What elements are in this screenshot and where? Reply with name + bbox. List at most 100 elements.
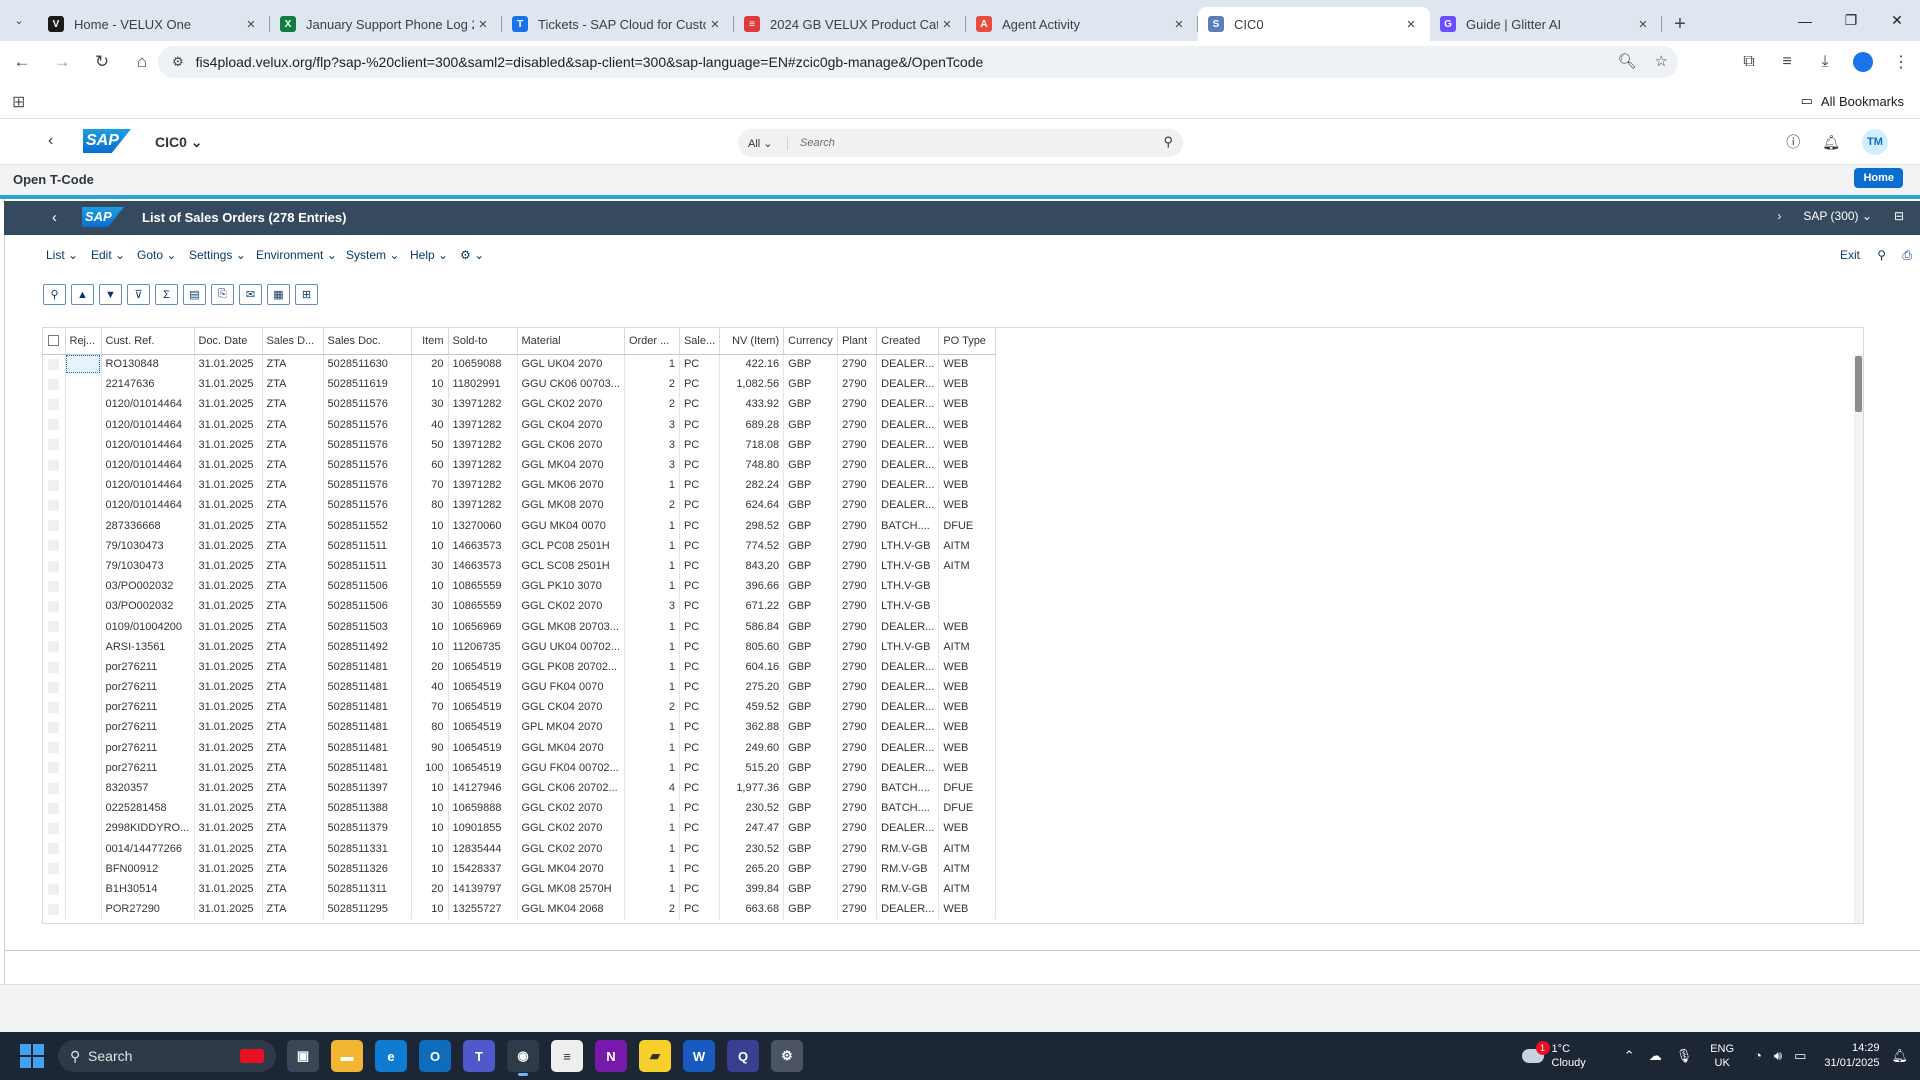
table-cell[interactable]: 287336668 [101,515,195,536]
table-cell[interactable]: 10901855 [448,818,518,839]
table-cell[interactable]: GGL CK02 2070 [517,596,625,617]
table-cell[interactable]: 2790 [837,717,878,738]
table-cell[interactable]: GGL CK06 2070 [517,434,625,455]
cell-rejection[interactable] [65,354,102,375]
row-selector[interactable] [43,777,66,799]
vertical-scrollbar[interactable] [1854,354,1863,923]
browser-tab[interactable]: S CIC0 × [1198,7,1430,41]
windows-start-icon[interactable] [20,1044,44,1068]
table-cell[interactable]: 0120/01014464 [101,394,195,415]
mail-icon[interactable]: ✉ [239,284,262,305]
table-row[interactable]: 2998KIDDYRO... 31.01.2025 ZTA 5028511379 10 1… [43,818,997,839]
table-cell[interactable]: 1 [624,576,680,597]
table-cell[interactable]: BFN00912 [101,858,195,879]
battery-icon[interactable]: ▭ [1794,1048,1806,1064]
table-cell[interactable]: 5028511552 [323,515,412,536]
table-cell[interactable]: 4 [624,777,680,799]
table-cell[interactable]: 3 [624,596,680,617]
table-cell[interactable]: DEALER... [876,717,940,738]
table-cell[interactable]: GBP [783,414,839,435]
outlook-icon[interactable]: O [419,1040,451,1072]
cell-rejection[interactable] [65,777,102,799]
table-cell[interactable]: 1 [624,757,680,778]
table-cell[interactable]: 2790 [837,656,878,677]
cell-rejection[interactable] [65,656,102,677]
select-all-checkbox[interactable] [43,328,66,355]
table-cell[interactable]: ZTA [262,878,324,900]
column-header[interactable]: Doc. Date [194,328,263,355]
teams-icon[interactable]: T [463,1040,495,1072]
table-cell[interactable]: GBP [783,798,839,819]
search-input[interactable]: Search [800,137,835,149]
table-cell[interactable]: DEALER... [876,677,940,698]
table-cell[interactable]: 10 [411,636,449,657]
table-cell[interactable]: PC [679,394,721,415]
row-selector[interactable] [43,495,66,516]
table-cell[interactable]: WEB [938,899,997,920]
table-cell[interactable]: PC [679,858,721,879]
sort-ascending-icon[interactable]: ▲ [71,284,94,305]
table-cell[interactable]: LTH.V-GB [876,535,940,556]
row-selector[interactable] [43,515,66,536]
table-cell[interactable]: PC [679,899,721,920]
row-selector[interactable] [43,878,66,900]
table-cell[interactable]: 3 [624,454,680,476]
gui-back-icon[interactable]: ‹ [52,209,57,226]
table-cell[interactable]: DEALER... [876,374,940,395]
table-cell[interactable]: 31.01.2025 [194,414,263,435]
row-selector[interactable] [43,576,66,597]
table-cell[interactable]: 265.20 [719,858,785,879]
chevron-right-icon[interactable]: › [1777,209,1781,223]
table-cell[interactable]: 282.24 [719,475,785,496]
table-row[interactable]: 0109/01004200 31.01.2025 ZTA 5028511503 10 10… [43,616,997,637]
table-cell[interactable]: POR27290 [101,899,195,920]
table-cell[interactable]: ZTA [262,838,324,859]
table-cell[interactable]: GBP [783,818,839,839]
table-cell[interactable]: LTH.V-GB [876,596,940,617]
row-selector[interactable] [43,818,66,839]
table-cell[interactable]: 15428337 [448,858,518,879]
table-cell[interactable]: 5028511481 [323,757,412,778]
table-row[interactable]: 0225281458 31.01.2025 ZTA 5028511388 10 10659… [43,798,997,819]
table-cell[interactable]: ZTA [262,394,324,415]
media-icon[interactable]: ≡ [1768,53,1806,71]
word-icon[interactable]: W [683,1040,715,1072]
find-icon[interactable]: ⚲ [1877,248,1886,262]
table-cell[interactable]: 13270060 [448,515,518,536]
table-cell[interactable]: 0225281458 [101,798,195,819]
table-cell[interactable]: 5028511576 [323,414,412,435]
table-cell[interactable]: 5028511619 [323,374,412,395]
table-cell[interactable]: 1 [624,737,680,758]
table-cell[interactable]: 2790 [837,757,878,778]
table-cell[interactable]: 31.01.2025 [194,858,263,879]
chrome-icon[interactable]: ◉ [507,1040,539,1076]
table-cell[interactable]: RO130848 [101,354,195,375]
table-cell[interactable]: 0109/01004200 [101,616,195,637]
table-cell[interactable]: 13971282 [448,414,518,435]
cell-rejection[interactable] [65,636,102,657]
table-cell[interactable]: ZTA [262,697,324,718]
table-cell[interactable]: 5028511481 [323,697,412,718]
table-cell[interactable]: PC [679,616,721,637]
table-cell[interactable]: 0120/01014464 [101,414,195,435]
onedrive-icon[interactable]: ☁ [1649,1048,1662,1064]
all-bookmarks-button[interactable]: ▭ All Bookmarks [1801,93,1904,109]
table-cell[interactable]: 0014/14477266 [101,838,195,859]
row-selector[interactable] [43,354,66,375]
table-cell[interactable]: WEB [938,717,997,738]
column-header[interactable]: Sales D... [262,328,324,355]
table-cell[interactable]: 31.01.2025 [194,434,263,455]
tab-search-icon[interactable]: ⌄ [0,0,38,41]
table-cell[interactable]: 31.01.2025 [194,535,263,556]
table-cell[interactable]: DEALER... [876,737,940,758]
table-cell[interactable]: 2 [624,495,680,516]
forward-icon[interactable]: → [44,44,80,80]
table-cell[interactable]: 40 [411,414,449,435]
table-cell[interactable]: WEB [938,354,997,375]
close-tab-icon[interactable]: × [474,16,492,33]
cell-rejection[interactable] [65,757,102,778]
table-cell[interactable]: 5028511481 [323,737,412,758]
edge-icon[interactable]: e [375,1040,407,1072]
table-cell[interactable]: 80 [411,717,449,738]
table-cell[interactable]: 624.64 [719,495,785,516]
